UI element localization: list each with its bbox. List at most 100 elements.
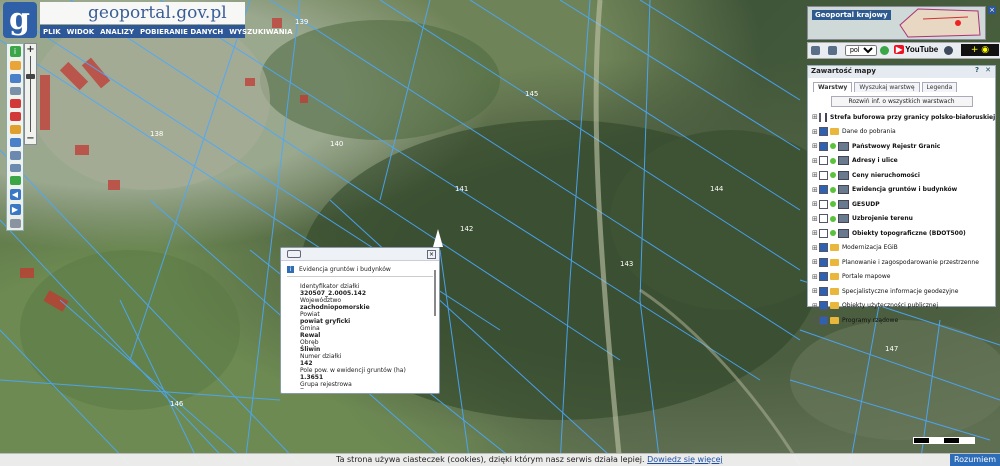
expand-icon[interactable]: ⊞ xyxy=(812,142,818,150)
layer-checkbox[interactable] xyxy=(819,199,828,209)
layer-row[interactable]: ⊞ GESUDP xyxy=(808,197,995,212)
zoom-in-icon[interactable] xyxy=(9,150,21,160)
print-icon[interactable] xyxy=(9,86,21,96)
overview-close-icon[interactable]: × xyxy=(988,6,996,14)
status-icon xyxy=(830,186,836,193)
layer-row[interactable]: ⊞ Modernizacja EGiB xyxy=(808,241,995,256)
help-icon[interactable] xyxy=(880,46,889,55)
layer-row[interactable]: ⊞ Ceny nieruchomości xyxy=(808,168,995,183)
expand-icon[interactable]: ⊞ xyxy=(812,215,818,223)
layer-checkbox[interactable] xyxy=(819,228,828,238)
bookmark-icon[interactable] xyxy=(828,46,837,55)
layer-row[interactable]: ⊞ Uzbrojenie terenu xyxy=(808,212,995,227)
draw-icon[interactable] xyxy=(9,112,21,122)
layer-row[interactable]: ⊞ Adresy i ulice xyxy=(808,154,995,169)
measure-icon[interactable] xyxy=(9,125,21,134)
layer-checkbox[interactable] xyxy=(819,156,828,166)
expand-icon[interactable]: ⊞ xyxy=(812,258,818,266)
layer-row[interactable]: ⊞ Specjalistyczne informacje geodezyjne xyxy=(808,284,995,299)
expand-icon[interactable]: ⊞ xyxy=(812,128,818,136)
close-icon[interactable]: × xyxy=(427,250,436,259)
layers-panel: Zawartość mapy ? ✕ Warstwy Wyszukaj wars… xyxy=(807,65,996,325)
info-icon[interactable]: i xyxy=(9,46,21,57)
geoportal-logo[interactable]: g xyxy=(3,2,37,38)
zoom-plus-button[interactable]: + xyxy=(25,44,36,55)
tab-legenda[interactable]: Legenda xyxy=(921,82,958,92)
parcel-label: 144 xyxy=(710,185,724,193)
layer-checkbox[interactable] xyxy=(819,301,828,311)
expand-icon[interactable]: ⊞ xyxy=(812,186,818,194)
back-icon[interactable]: ◀ xyxy=(9,189,21,201)
layer-checkbox[interactable] xyxy=(819,257,828,267)
layer-checkbox[interactable] xyxy=(819,141,828,151)
help-icon[interactable]: ? xyxy=(975,66,979,74)
expand-icon[interactable]: ⊞ xyxy=(812,302,818,310)
layer-checkbox[interactable] xyxy=(819,315,828,325)
layer-row[interactable]: ⊞ Planowanie i zagospodarowanie przestrze… xyxy=(808,255,995,270)
list-icon[interactable] xyxy=(287,250,301,258)
layer-label: Ceny nieruchomości xyxy=(852,171,920,179)
layer-row[interactable]: ⊞ Obiekty użyteczności publicznej xyxy=(808,299,995,314)
layer-row[interactable]: ⊞ Dane do pobrania xyxy=(808,125,995,140)
layer-checkbox[interactable] xyxy=(819,112,821,122)
menu-widok[interactable]: WIDOK xyxy=(64,28,98,36)
youtube-link[interactable]: ▶ YouTube xyxy=(894,45,938,56)
expand-icon[interactable]: ⊞ xyxy=(812,316,818,324)
expand-icon[interactable]: ⊞ xyxy=(812,287,818,295)
language-select[interactable]: pol xyxy=(845,45,877,56)
tab-wyszukaj-warstwe[interactable]: Wyszukaj warstwę xyxy=(854,82,920,92)
field-label: Województwo xyxy=(300,297,342,304)
expand-icon[interactable]: ⊞ xyxy=(812,200,818,208)
layer-row[interactable]: ⊞ Programy rządowe xyxy=(808,313,995,328)
expand-icon[interactable]: ⊞ xyxy=(812,171,818,179)
zoom-track[interactable] xyxy=(30,56,31,132)
layers-icon[interactable] xyxy=(9,73,21,83)
menu-wyszukiwania[interactable]: WYSZUKIWANIA xyxy=(226,28,295,36)
layer-checkbox[interactable] xyxy=(819,170,828,180)
contrast-eye-icon[interactable]: + ◉ xyxy=(961,44,999,56)
layer-row[interactable]: ⊞ Państwowy Rejestr Granic xyxy=(808,139,995,154)
layer-checkbox[interactable] xyxy=(819,243,828,253)
print-icon[interactable] xyxy=(811,46,820,55)
cookie-more-link[interactable]: Dowiedz się więcej xyxy=(647,455,723,464)
expand-icon[interactable]: ⊞ xyxy=(812,157,818,165)
zoom-out-icon[interactable] xyxy=(9,163,21,173)
status-icon xyxy=(830,230,836,237)
status-icon xyxy=(830,143,836,150)
expand-icon[interactable]: ⊞ xyxy=(812,273,818,281)
accessibility-icon[interactable] xyxy=(944,46,953,55)
scrollbar[interactable] xyxy=(434,270,436,316)
cookie-text: Ta strona używa ciasteczek (cookies), dz… xyxy=(336,455,723,464)
layer-checkbox[interactable] xyxy=(819,272,828,282)
zoom-slider[interactable]: + − xyxy=(24,43,37,145)
expand-icon[interactable]: ⊞ xyxy=(812,244,818,252)
layer-row[interactable]: ⊞ Portale mapowe xyxy=(808,270,995,285)
hand-icon[interactable] xyxy=(9,61,21,70)
expand-all-button[interactable]: Rozwiń inf. o wszystkich warstwach xyxy=(830,96,973,107)
select-icon[interactable] xyxy=(9,99,21,109)
layer-row[interactable]: ⊞ Strefa buforowa przy granicy polsko-bia… xyxy=(808,110,995,125)
expand-icon[interactable]: ⊞ xyxy=(812,229,818,237)
layer-row[interactable]: ⊞ Obiekty topograficzne (BDOT500) xyxy=(808,226,995,241)
layer-checkbox[interactable] xyxy=(819,185,828,195)
zoom-knob[interactable] xyxy=(26,74,35,79)
layer-checkbox[interactable] xyxy=(819,214,828,224)
forward-icon[interactable]: ▶ xyxy=(9,204,21,216)
tab-warstwy[interactable]: Warstwy xyxy=(813,82,853,92)
overview-map[interactable]: Geoportal krajowy xyxy=(807,6,986,40)
cookie-accept-button[interactable]: Rozumiem xyxy=(950,454,1000,466)
globe-icon[interactable] xyxy=(9,176,21,186)
layer-row[interactable]: ⊞ Ewidencja gruntów i budynków xyxy=(808,183,995,198)
zoom-minus-button[interactable]: − xyxy=(25,133,36,144)
close-icon[interactable]: ✕ xyxy=(985,66,991,74)
field-value: Śliwin xyxy=(300,346,321,353)
xyz-icon[interactable] xyxy=(9,137,21,147)
menu-pobieranie-danych[interactable]: POBIERANIE DANYCH xyxy=(137,28,226,36)
settings-icon[interactable] xyxy=(9,219,21,228)
menu-analizy[interactable]: ANALIZY xyxy=(97,28,137,36)
menu-plik[interactable]: PLIK xyxy=(40,28,64,36)
parcel-label: 138 xyxy=(150,130,164,138)
layer-checkbox[interactable] xyxy=(819,286,828,296)
expand-icon[interactable]: ⊞ xyxy=(812,113,818,121)
layer-checkbox[interactable] xyxy=(819,127,828,137)
